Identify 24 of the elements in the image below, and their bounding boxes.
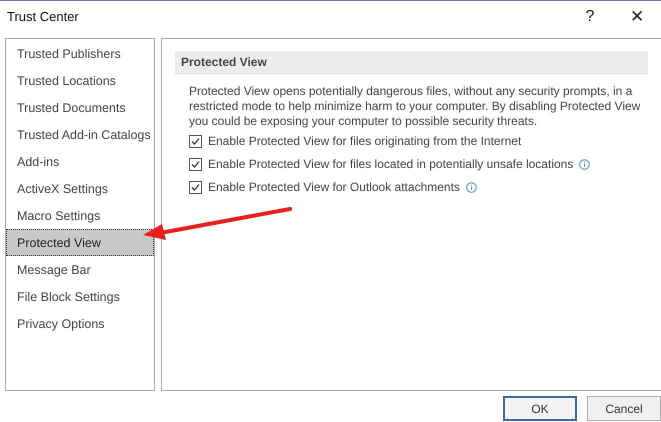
sidebar-item[interactable]: Message Bar (6, 256, 154, 283)
sidebar-item[interactable]: Trusted Publishers (6, 40, 154, 67)
sidebar-item[interactable]: File Block Settings (6, 283, 154, 310)
sidebar-item[interactable]: ActiveX Settings (6, 175, 154, 202)
description-text: Protected View opens potentially dangerous files, without any security prompts, in a restricted mode to help minimize harm to your computer. By disabling Protected View you could be exposing your computer to possible security threats. (189, 84, 642, 129)
sidebar-item[interactable]: Macro Settings (6, 202, 154, 229)
section-header: Protected View (175, 51, 648, 74)
checkbox-label: Enable Protected View for files originating from the Internet (208, 134, 522, 148)
close-button[interactable]: ✕ (613, 1, 661, 32)
sidebar-item[interactable]: Trusted Locations (6, 67, 154, 94)
sidebar-item[interactable]: Trusted Documents (6, 94, 154, 121)
sidebar-item[interactable]: Privacy Options (6, 310, 154, 337)
sidebar-item[interactable]: Trusted Add-in Catalogs (6, 121, 154, 148)
checkbox[interactable] (189, 134, 202, 148)
checkbox[interactable] (189, 158, 202, 170)
checkbox-label: Enable Protected View for Outlook attachments (208, 180, 460, 194)
help-button[interactable]: ? (567, 1, 613, 32)
dialog-button[interactable]: OK (503, 396, 577, 421)
dialog-button[interactable]: Cancel (587, 396, 661, 421)
sidebar-item[interactable]: Protected View (6, 229, 154, 256)
window-title: Trust Center (7, 9, 79, 24)
sidebar-item[interactable]: Add-ins (6, 148, 154, 175)
checkbox[interactable] (189, 180, 202, 194)
checkbox-label: Enable Protected View for files located in potentially unsafe locations (208, 157, 574, 171)
